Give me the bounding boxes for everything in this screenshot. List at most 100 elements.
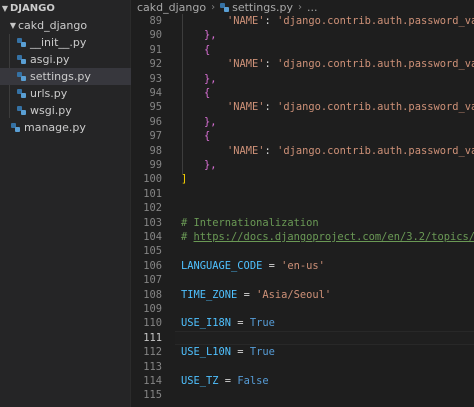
assignment-operator: = xyxy=(231,317,250,330)
code-line: { xyxy=(181,129,210,143)
chevron-down-icon: ▼ xyxy=(1,4,9,13)
python-file-icon xyxy=(11,123,20,132)
explorer-root-label: DJANGO xyxy=(10,3,55,14)
line-number: 112 xyxy=(143,346,162,359)
line-number: 113 xyxy=(143,360,162,373)
colon: : xyxy=(264,15,278,27)
comment: # Internationalization xyxy=(181,216,319,229)
string-value: 'django.contrib.auth.password_valid xyxy=(277,101,474,114)
colon: : xyxy=(264,101,278,114)
comment: # xyxy=(181,231,194,243)
string-value: 'en-us' xyxy=(281,259,325,272)
file-label: wsgi.py xyxy=(30,104,72,117)
current-line-highlight xyxy=(175,330,474,346)
python-file-icon xyxy=(220,2,230,12)
file-urls-py[interactable]: urls.py xyxy=(0,85,131,102)
string-value: 'django.contrib.auth.password_valid xyxy=(277,144,474,157)
code-line: LANGUAGE_CODE = 'en-us' xyxy=(181,259,325,273)
breadcrumb: cakd_django › settings.py › ... xyxy=(131,0,474,14)
code-line: 'NAME': 'django.contrib.auth.password_va… xyxy=(181,100,474,114)
line-number: 97 xyxy=(149,130,162,143)
variable-name: LANGUAGE_CODE xyxy=(181,259,263,272)
colon: : xyxy=(264,58,278,71)
breadcrumb-folder[interactable]: cakd_django xyxy=(137,1,206,14)
variable-name: USE_I18N xyxy=(181,317,232,330)
folder-cakd-django[interactable]: ▼ cakd_django xyxy=(0,17,131,34)
string-value: 'django.contrib.auth.password_valid xyxy=(277,15,474,27)
python-file-icon xyxy=(17,106,26,115)
code-line: }, xyxy=(181,158,217,172)
line-number: 106 xyxy=(143,259,162,272)
line-number: 103 xyxy=(143,216,162,229)
code-editor[interactable]: 89 'NAME': 'django.contrib.auth.password_… xyxy=(131,14,474,407)
code-line: TIME_ZONE = 'Asia/Seoul' xyxy=(181,288,331,302)
code-line: { xyxy=(181,86,210,100)
code-line: USE_TZ = False xyxy=(181,374,269,388)
line-number: 93 xyxy=(149,72,162,85)
closing-brace: }, xyxy=(204,29,217,42)
closing-brace: }, xyxy=(204,72,217,85)
boolean-value: False xyxy=(237,375,269,387)
opening-brace: { xyxy=(204,43,211,56)
python-file-icon xyxy=(17,55,26,64)
line-number: 89 xyxy=(149,15,162,27)
line-number: 91 xyxy=(149,43,162,56)
assignment-operator: = xyxy=(237,288,257,301)
file-asgi-py[interactable]: asgi.py xyxy=(0,51,131,68)
explorer-sidebar: ▼ DJANGO ▼ cakd_django __init__.py asgi.… xyxy=(0,0,131,407)
code-line: }, xyxy=(181,28,217,42)
chevron-down-icon: ▼ xyxy=(9,21,17,30)
file-manage-py[interactable]: manage.py xyxy=(0,119,131,136)
line-number: 110 xyxy=(143,317,162,330)
code-line: ] xyxy=(181,172,187,186)
file-label: __init__.py xyxy=(30,36,87,49)
line-number: 114 xyxy=(143,375,162,387)
code-line: { xyxy=(181,43,210,57)
opening-brace: { xyxy=(204,130,211,143)
chevron-right-icon: › xyxy=(211,1,216,13)
boolean-value: True xyxy=(249,346,275,359)
code-line: 'NAME': 'django.contrib.auth.password_va… xyxy=(181,14,474,28)
line-number: 101 xyxy=(143,187,162,200)
boolean-value: True xyxy=(249,317,275,330)
line-number: 99 xyxy=(149,159,162,171)
folder-label: cakd_django xyxy=(18,19,88,32)
line-number: 92 xyxy=(149,58,162,71)
code-line: 'NAME': 'django.contrib.auth.password_va… xyxy=(181,57,474,71)
line-number: 105 xyxy=(143,245,162,258)
code-line: # https://docs.djangoproject.com/en/3.2/… xyxy=(181,230,474,244)
line-number: 98 xyxy=(149,144,162,157)
code-line: # Internationalization xyxy=(181,216,319,230)
dict-key: 'NAME' xyxy=(227,58,265,71)
line-number: 102 xyxy=(143,202,162,215)
variable-name: USE_L10N xyxy=(181,346,232,359)
line-number: 115 xyxy=(143,389,162,402)
code-line: 'NAME': 'django.contrib.auth.password_va… xyxy=(181,144,474,158)
file-wsgi-py[interactable]: wsgi.py xyxy=(0,102,131,119)
dict-key: 'NAME' xyxy=(227,144,265,157)
variable-name: TIME_ZONE xyxy=(181,288,238,301)
string-value: 'django.contrib.auth.password_valid xyxy=(277,58,474,71)
file-label: settings.py xyxy=(30,70,91,83)
breadcrumb-more[interactable]: ... xyxy=(307,1,318,14)
python-file-icon xyxy=(17,72,26,81)
line-number: 107 xyxy=(143,274,162,287)
breadcrumb-file[interactable]: settings.py xyxy=(232,1,293,14)
python-file-icon xyxy=(17,89,26,98)
code-line: USE_L10N = True xyxy=(181,345,275,359)
line-number: 95 xyxy=(149,101,162,114)
code-line: }, xyxy=(181,115,217,129)
line-number: 104 xyxy=(143,231,162,243)
file-label: urls.py xyxy=(30,87,68,100)
line-number: 96 xyxy=(149,115,162,128)
assignment-operator: = xyxy=(231,346,250,359)
file-init-py[interactable]: __init__.py xyxy=(0,34,131,51)
file-settings-py[interactable]: settings.py xyxy=(0,68,131,85)
python-file-icon xyxy=(17,38,26,47)
line-number: 100 xyxy=(143,173,162,186)
explorer-root-django[interactable]: ▼ DJANGO xyxy=(0,0,131,17)
file-label: asgi.py xyxy=(30,53,70,66)
dict-key: 'NAME' xyxy=(227,15,265,27)
line-number: 90 xyxy=(149,29,162,42)
string-value: 'Asia/Seoul' xyxy=(256,288,332,301)
